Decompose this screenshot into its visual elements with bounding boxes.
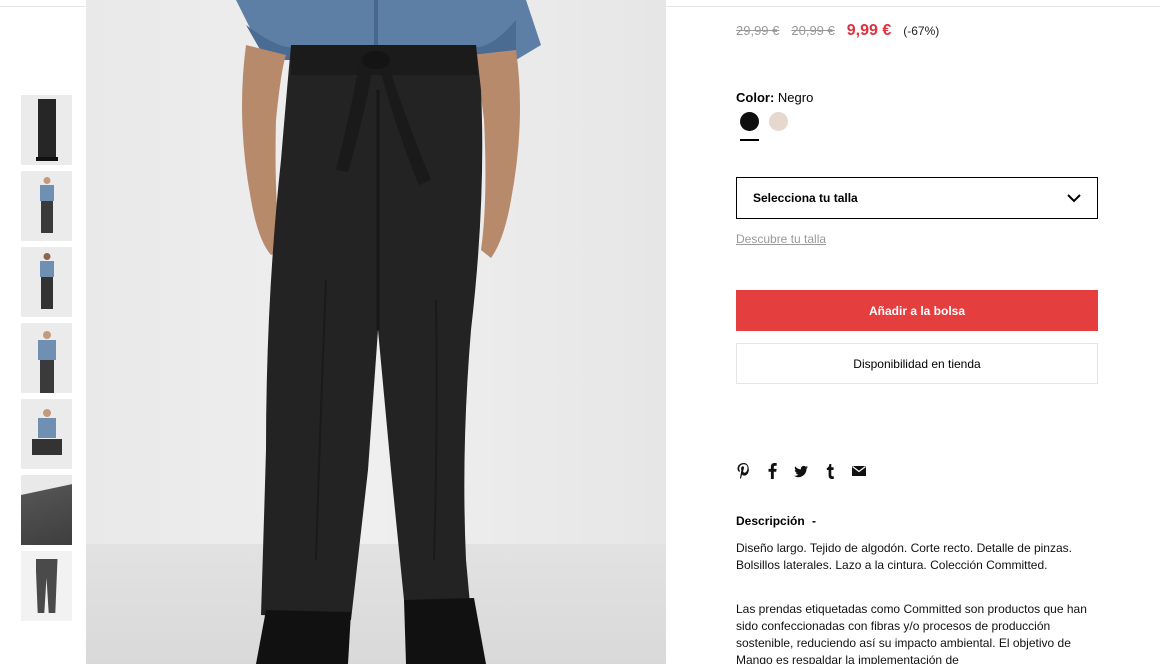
- main-product-image[interactable]: [86, 0, 666, 664]
- facebook-icon[interactable]: [765, 462, 779, 480]
- thumbnail-7[interactable]: [21, 551, 72, 621]
- add-to-bag-button[interactable]: Añadir a la bolsa: [736, 290, 1098, 331]
- original-price: 29,99 €: [736, 23, 780, 38]
- description-title: Descripción: [736, 514, 805, 528]
- share-bar: [736, 462, 866, 480]
- email-icon[interactable]: [852, 462, 866, 480]
- color-swatch-black[interactable]: [740, 112, 759, 141]
- color-swatch-beige[interactable]: [769, 112, 788, 131]
- thumbnail-2[interactable]: [21, 171, 72, 241]
- description-paragraph-2: Las prendas etiquetadas como Committed s…: [736, 602, 1087, 664]
- size-guide-link[interactable]: Descubre tu talla: [736, 232, 826, 246]
- description-toggle: -: [812, 514, 817, 528]
- thumbnail-5[interactable]: [21, 399, 72, 469]
- thumbnail-1[interactable]: [21, 95, 72, 165]
- color-value: Negro: [777, 90, 814, 105]
- size-select-label: Selecciona tu talla: [753, 191, 858, 205]
- sale-price: 9,99 €: [846, 22, 892, 39]
- store-availability-button[interactable]: Disponibilidad en tienda: [736, 343, 1098, 384]
- thumbnail-6[interactable]: [21, 475, 72, 545]
- thumbnail-gallery: [21, 95, 72, 627]
- model-figure: [236, 0, 541, 664]
- discount-badge: (-67%): [903, 24, 940, 38]
- size-select[interactable]: Selecciona tu talla: [736, 177, 1098, 219]
- price-row: 29,99 € 20,99 € 9,99 € (-67%): [736, 22, 939, 40]
- color-swatches: [740, 112, 788, 141]
- twitter-icon[interactable]: [794, 462, 808, 480]
- thumbnail-3[interactable]: [21, 247, 72, 317]
- description-paragraph-1: Diseño largo. Tejido de algodón. Corte r…: [736, 541, 1072, 572]
- chevron-down-icon: [1067, 193, 1081, 203]
- tumblr-icon[interactable]: [823, 462, 837, 480]
- description-header[interactable]: Descripción -: [736, 514, 816, 528]
- color-label: Color:: [736, 90, 775, 105]
- color-label-row: Color: Negro: [736, 90, 813, 105]
- previous-price: 20,99 €: [791, 23, 835, 38]
- thumbnail-4[interactable]: [21, 323, 72, 393]
- pinterest-icon[interactable]: [736, 462, 750, 480]
